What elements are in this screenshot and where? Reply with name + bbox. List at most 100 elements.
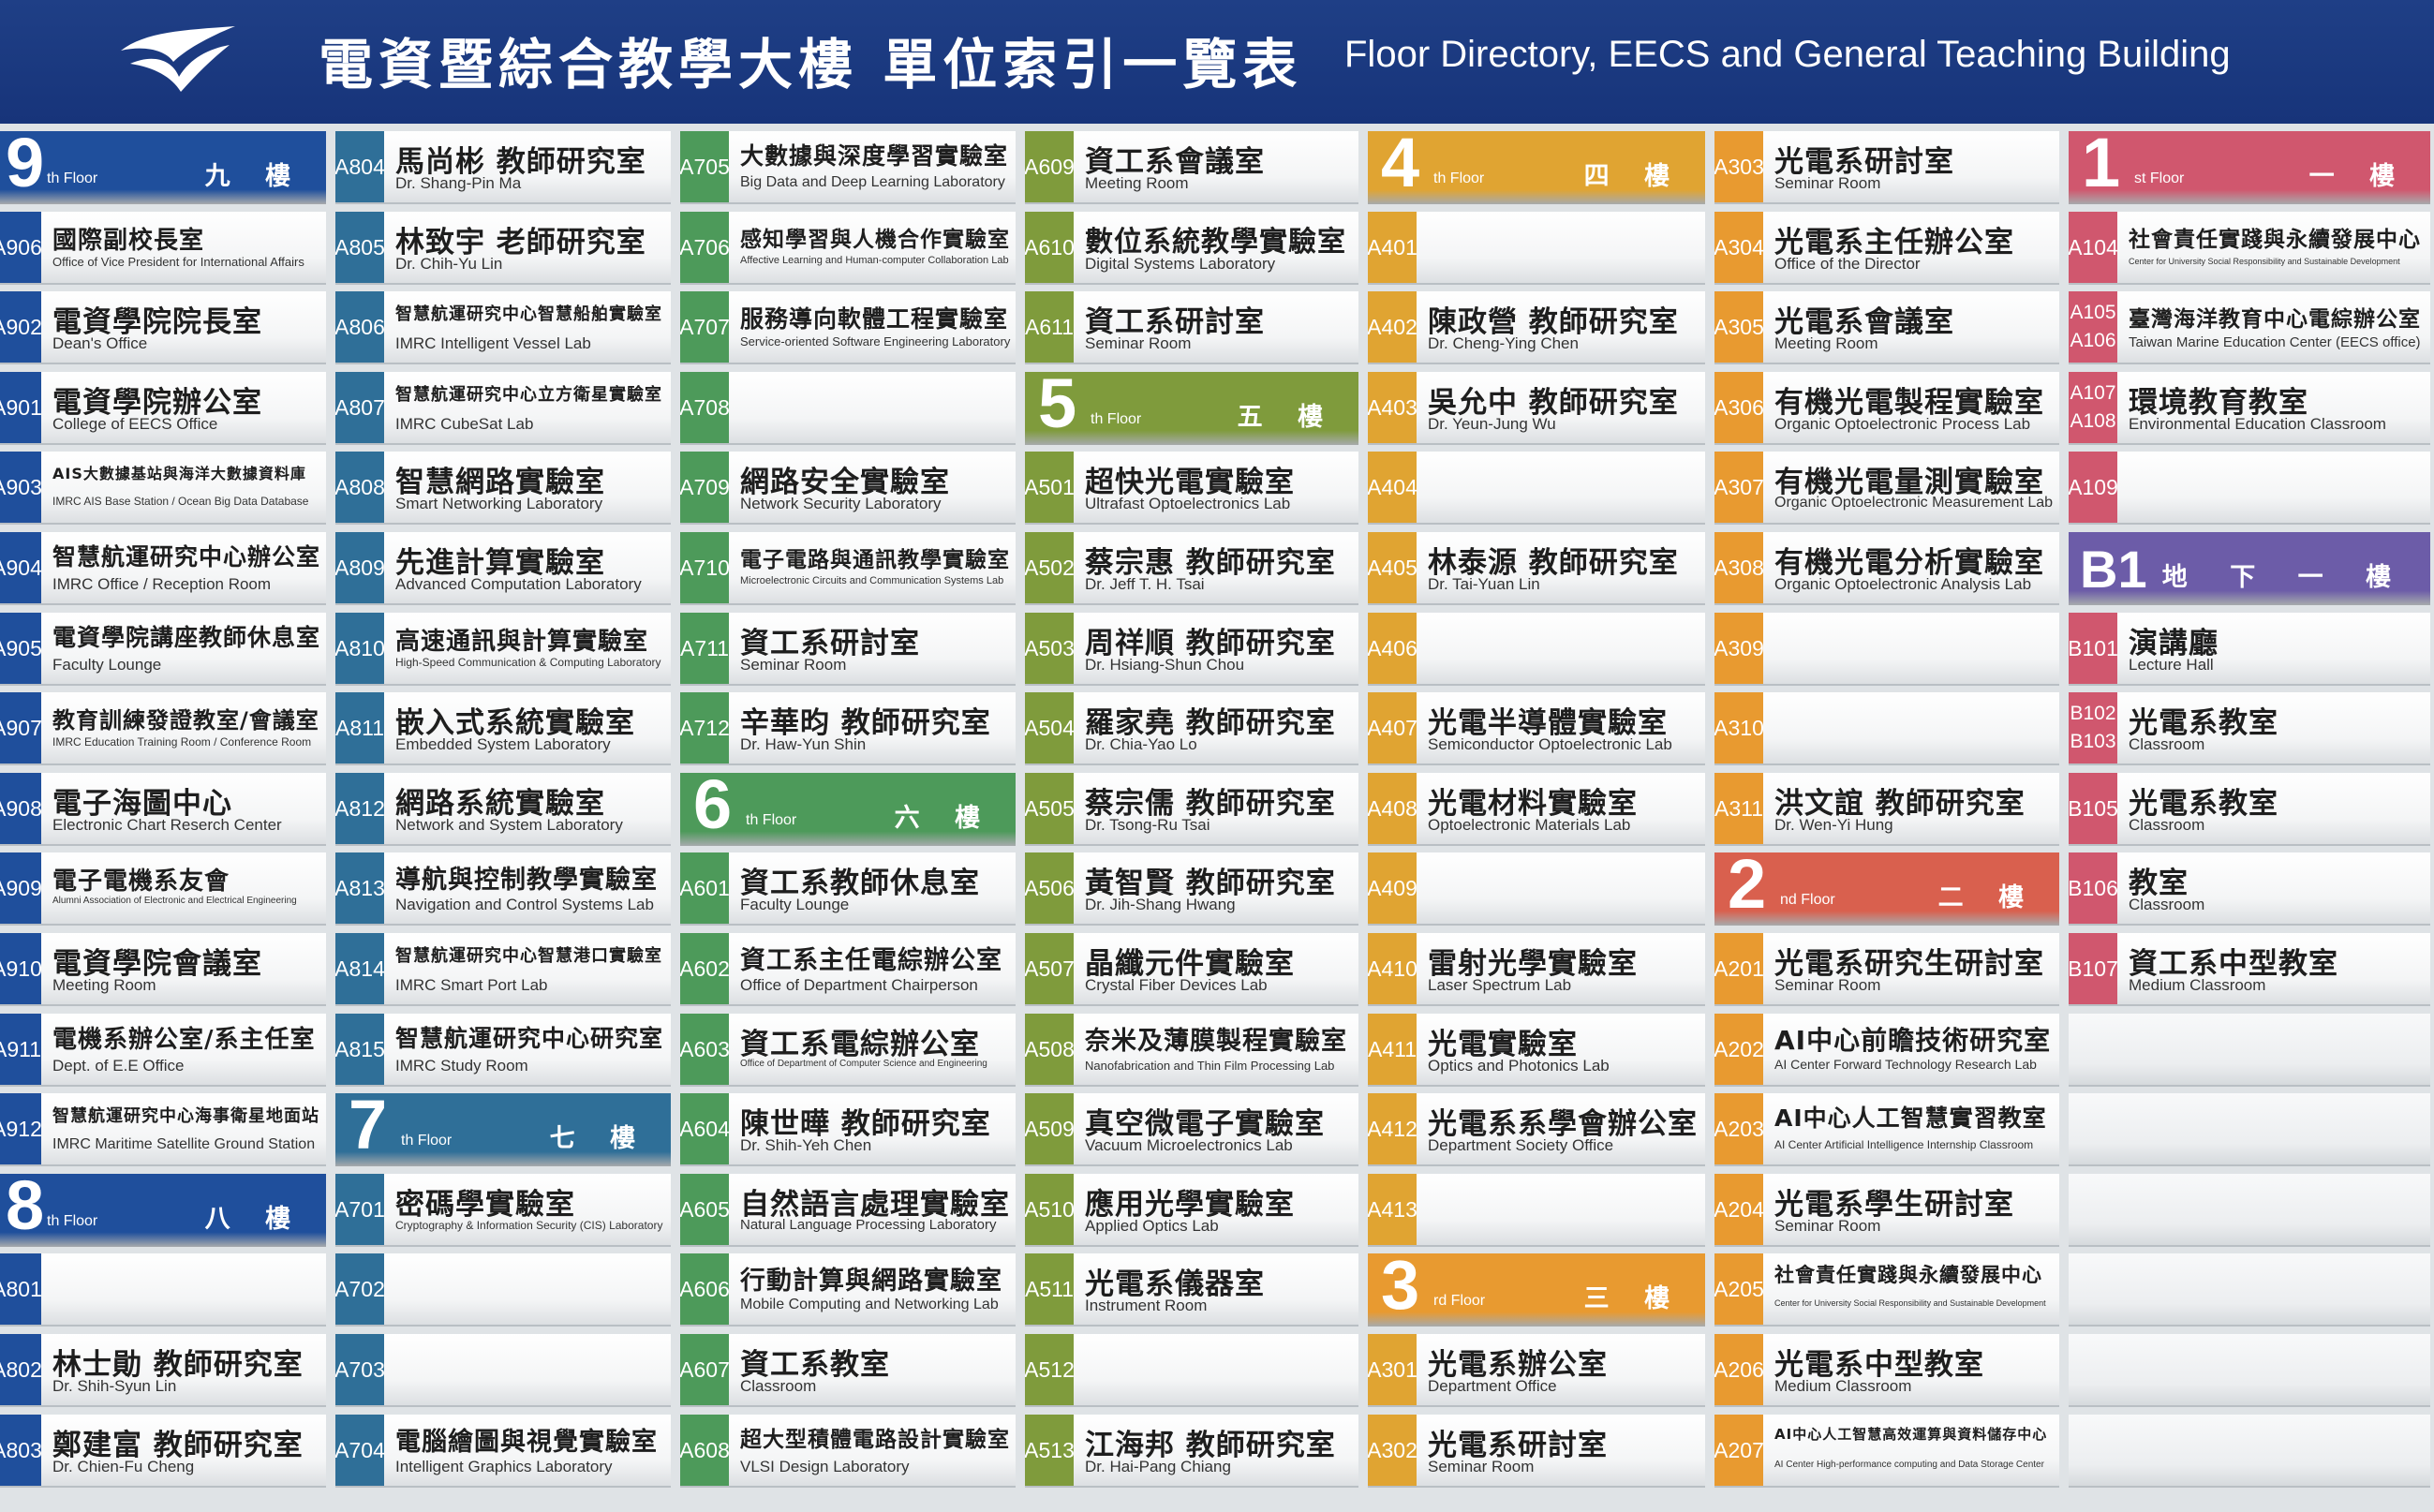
room-name-english: Center for University Social Responsibil… xyxy=(1774,1298,2046,1309)
floor-header-1: 1 st Floor 一 樓 xyxy=(2069,131,2430,204)
room-code: A702 xyxy=(335,1253,385,1326)
floor-number: 2 xyxy=(1728,852,1767,924)
blank-plate xyxy=(2069,1093,2430,1167)
room-name-english: Laser Spectrum Lab xyxy=(1428,976,1572,994)
room-name-english: Dr. Chih-Yu Lin xyxy=(395,254,503,273)
room-name-english: Intelligent Graphics Laboratory xyxy=(395,1457,613,1475)
room-entry-a911: A911 電機系辦公室/系主任室 Dept. of E.E Office xyxy=(0,1013,326,1087)
floor-english-label: th Floor xyxy=(746,811,797,828)
room-name-english: AI Center Artificial Intelligence Intern… xyxy=(1774,1138,2034,1152)
room-name-english: Big Data and Deep Learning Laboratory xyxy=(740,174,1005,190)
room-code: A804 xyxy=(335,131,385,202)
room-code: A609 xyxy=(1025,131,1075,202)
room-name-english: Alumni Association of Electronic and Ele… xyxy=(52,896,297,907)
room-name-english: AI Center Forward Technology Research La… xyxy=(1774,1056,2037,1072)
room-code: A206 xyxy=(1714,1334,1764,1405)
room-name-chinese: 智慧航運研究中心海事衛星地面站 xyxy=(52,1106,319,1127)
room-code: A803 xyxy=(0,1414,42,1486)
room-entry-a708: A708 xyxy=(680,371,1016,445)
room-code: A706 xyxy=(680,211,730,283)
room-code: A607 xyxy=(680,1334,730,1405)
room-entry-a305: A305 光電系會議室 Meeting Room xyxy=(1714,291,2059,365)
floor-number: B1 xyxy=(2080,540,2147,599)
floor-header-9: 9th Floor 九 樓 xyxy=(0,131,326,204)
room-name-english: Mobile Computing and Networking Lab xyxy=(740,1297,999,1313)
directory-banner: 電資暨綜合教學大樓 單位索引一覽表 Floor Directory, EECS … xyxy=(0,0,2434,124)
room-name-english: Instrument Room xyxy=(1085,1297,1208,1315)
floor-number: 9 xyxy=(6,131,45,201)
room-entry-b107: B107 資工系中型教室 Medium Classroom xyxy=(2069,933,2430,1006)
title-english: Floor Directory, EECS and General Teachi… xyxy=(1344,34,2231,75)
room-name-english: Cryptography & Information Security (CIS… xyxy=(395,1218,663,1232)
room-code: A503 xyxy=(1025,612,1075,684)
room-name-english: Seminar Room xyxy=(740,655,847,674)
room-name-chinese: 社會責任實踐與永續發展中心 xyxy=(2129,227,2421,252)
room-name-english: Embedded System Laboratory xyxy=(395,735,611,754)
floor-number: 5 xyxy=(1038,371,1077,442)
room-name-english: Dr. Wen-Yi Hung xyxy=(1774,815,1893,834)
room-code: A610 xyxy=(1025,211,1075,283)
room-name-english: AI Center High-performance computing and… xyxy=(1774,1459,2044,1470)
room-entry-a501: A501 超快光電實驗室 Ultrafast Optoelectronics Lab xyxy=(1025,452,1358,526)
room-code: A711 xyxy=(680,612,729,684)
room-entry-a901: A901電資學院辦公室College of EECS Office xyxy=(0,371,326,445)
room-name-english: IMRC Maritime Satellite Ground Station xyxy=(52,1136,316,1153)
room-name-chinese: 電機系辦公室/系主任室 xyxy=(52,1025,316,1054)
room-entry-a814: A814 智慧航運研究中心智慧港口實驗室 IMRC Smart Port Lab xyxy=(335,933,671,1006)
floor-header-5: 5 th Floor 五 樓 xyxy=(1025,371,1358,445)
floor-header-b1: B1 地 下 一 樓 xyxy=(2069,532,2430,605)
room-code: A408 xyxy=(1368,772,1417,844)
room-name-english: Dr. Shih-Syun Lin xyxy=(52,1377,177,1395)
room-entry-a811: A811 嵌入式系統實驗室 Embedded System Laboratory xyxy=(335,692,671,766)
room-code: A808 xyxy=(335,452,385,524)
room-entry-a815: A815 智慧航運研究中心研究室 IMRC Study Room xyxy=(335,1013,671,1087)
room-code: A301 xyxy=(1368,1334,1417,1405)
room-name-english: Classroom xyxy=(2129,815,2205,834)
room-code: A605 xyxy=(680,1173,730,1245)
room-code: A412 xyxy=(1368,1093,1417,1165)
room-entry-a909: A909 電子電機系友會Alumni Association of Electro… xyxy=(0,852,326,926)
room-code: A409 xyxy=(1368,852,1417,925)
room-entry-a308: A308 有機光電分析實驗室 Organic Optoelectronic Anal… xyxy=(1714,532,2059,605)
room-name-english: Navigation and Control Systems Lab xyxy=(395,896,654,914)
room-code: A805 xyxy=(335,211,385,283)
room-entry-a304: A304 光電系主任辦公室 Office of the Director xyxy=(1714,211,2059,285)
room-code: A801 xyxy=(0,1253,42,1326)
room-name-english: Seminar Room xyxy=(1774,174,1881,192)
room-entry-a903: A903 AIS大數據基站與海洋大數據資料庫 IMRC AIS Base Stati… xyxy=(0,452,326,526)
room-code: A311 xyxy=(1714,772,1763,844)
room-code: A203 xyxy=(1714,1093,1764,1165)
room-entry-a509: A509 真空微電子實驗室 Vacuum Microelectronics Lab xyxy=(1025,1093,1358,1167)
column-3: A705 大數據與深度學習實驗室 Big Data and Deep Learnin… xyxy=(680,131,1019,1494)
room-code: A701 xyxy=(335,1173,385,1245)
room-name-chinese: 奈米及薄膜製程實驗室 xyxy=(1085,1026,1347,1056)
room-entry-a403: A403 吳允中 教師研究室 Dr. Yeun-Jung Wu xyxy=(1368,371,1705,445)
floor-english-label: st Floor xyxy=(2134,170,2185,186)
room-code: A911 xyxy=(0,1013,41,1085)
floor-header-2: 2 nd Floor 二 樓 xyxy=(1714,852,2059,926)
room-name-chinese: 臺灣海洋教育中心電綜辦公室 xyxy=(2129,307,2421,333)
blank-plate xyxy=(2069,1013,2430,1087)
room-name-english: Network Security Laboratory xyxy=(740,495,942,513)
room-entry-a306: A306 有機光電製程實驗室 Organic Optoelectronic Proc… xyxy=(1714,371,2059,445)
column-6: A303 光電系研討室 Seminar Room A304 光電系主任辦公室 Office… xyxy=(1714,131,2063,1494)
room-code: A707 xyxy=(680,291,730,363)
room-code: A604 xyxy=(680,1093,730,1165)
room-name-english: IMRC Intelligent Vessel Lab xyxy=(395,334,591,353)
room-name-chinese: 密碼學實驗室 xyxy=(395,1187,575,1222)
room-name-english: Taiwan Marine Education Center (EECS off… xyxy=(2129,334,2421,351)
room-entry-a409: A409 xyxy=(1368,852,1705,926)
room-name-english: IMRC Education Training Room / Conferenc… xyxy=(52,735,312,749)
column-5: 4 th Floor 四 樓 A401 A402 陳政營 教師研究室 Dr. Cheng-Y… xyxy=(1368,131,1709,1494)
room-entry-a813: A813 導航與控制教學實驗室 Navigation and Control Sys… xyxy=(335,852,671,926)
room-name-english: Classroom xyxy=(740,1377,817,1395)
room-entry-a608: A608 超大型積體電路設計實驗室 VLSI Design Laboratory xyxy=(680,1414,1016,1488)
room-code: A107 A108 xyxy=(2069,371,2117,443)
room-code: A802 xyxy=(0,1334,42,1405)
room-code: A404 xyxy=(1368,452,1417,524)
room-name-english: Nanofabrication and Thin Film Processing… xyxy=(1085,1058,1335,1073)
room-name-english: Office of Department Chairperson xyxy=(740,976,978,994)
room-entry-a806: A806 智慧航運研究中心智慧船舶實驗室 IMRC Intelligent Vess… xyxy=(335,291,671,365)
room-name-english: IMRC AIS Base Station / Ocean Big Data D… xyxy=(52,495,309,509)
room-name-chinese: 感知學習與人機合作實驗室 xyxy=(740,227,1010,252)
